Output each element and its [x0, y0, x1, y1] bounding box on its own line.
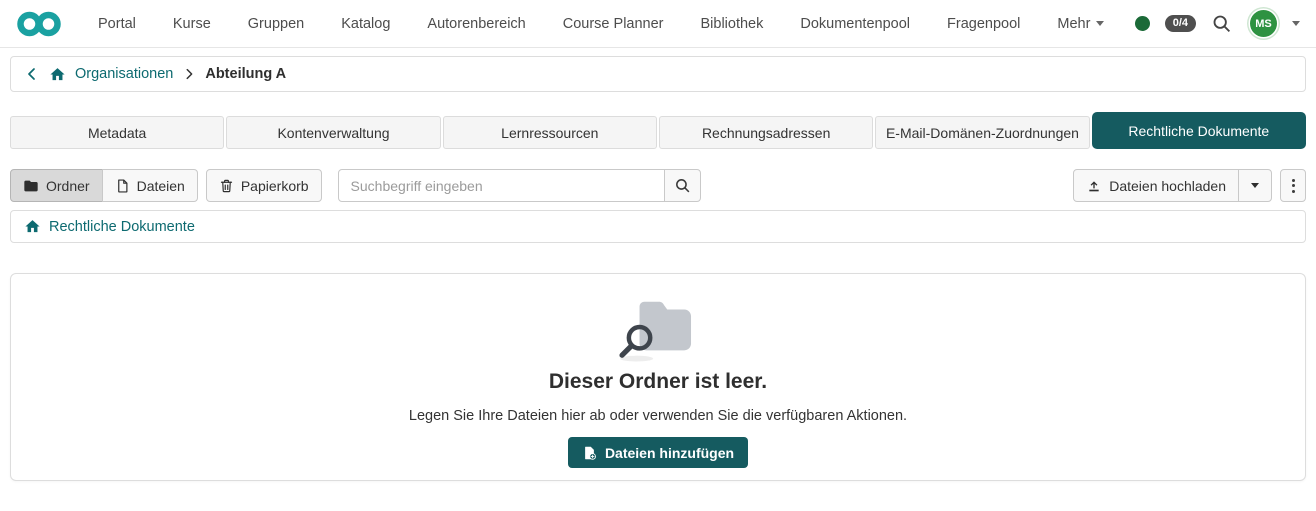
nav-item-kurse[interactable]: Kurse: [173, 16, 211, 32]
nav-item-bibliothek[interactable]: Bibliothek: [701, 16, 764, 32]
avatar[interactable]: MS: [1250, 10, 1277, 37]
tab-kontenverwaltung[interactable]: Kontenverwaltung: [226, 116, 441, 149]
trash-label: Papierkorb: [240, 177, 309, 194]
add-files-label: Dateien hinzufügen: [604, 444, 735, 461]
file-toolbar: Ordner Dateien Papierkorb Suchbegriff ei…: [10, 169, 1306, 202]
files-view-label: Dateien: [136, 177, 185, 194]
back-chevron-icon[interactable]: [24, 66, 40, 82]
empty-state-title: Dieser Ordner ist leer.: [548, 370, 768, 393]
search-group: [337, 169, 701, 202]
nav-item-fragenpool[interactable]: Fragenpool: [947, 16, 1020, 32]
trash-icon: [220, 179, 232, 192]
nav-item-autorenbereich[interactable]: Autorenbereich: [427, 16, 525, 32]
breadcrumb-current: Abteilung A: [205, 66, 287, 82]
folder-icon: [24, 180, 38, 191]
folders-view-button[interactable]: Ordner: [10, 169, 103, 202]
home-icon[interactable]: [24, 218, 41, 235]
folder-breadcrumb: Rechtliche Dokumente: [10, 210, 1306, 243]
toolbar-right-group: Dateien hochladen: [1073, 169, 1306, 202]
more-actions-button[interactable]: [1280, 169, 1306, 202]
chevron-down-icon: [1096, 21, 1105, 26]
tab-email-domaenen-zuordnungen[interactable]: E-Mail-Domänen-Zuordnungen: [875, 116, 1090, 149]
task-count-badge[interactable]: 0/4: [1164, 15, 1196, 32]
breadcrumb-link-organisationen[interactable]: Organisationen: [75, 66, 173, 82]
search-submit-button[interactable]: [663, 169, 701, 202]
status-indicator-dot: [1134, 16, 1150, 31]
infinity-logo-icon: [17, 11, 61, 36]
file-icon: [117, 178, 128, 193]
upload-files-button[interactable]: Dateien hochladen: [1073, 169, 1239, 202]
nav-item-portal[interactable]: Portal: [98, 16, 136, 32]
home-icon[interactable]: [49, 66, 66, 83]
tab-lernressourcen[interactable]: Lernressourcen: [442, 116, 657, 149]
empty-state-description: Legen Sie Ihre Dateien hier ab oder verw…: [408, 408, 908, 424]
toolbar-left-group: Ordner Dateien Papierkorb: [10, 169, 701, 202]
trash-button[interactable]: Papierkorb: [205, 169, 322, 202]
upload-files-label: Dateien hochladen: [1109, 177, 1226, 194]
app-logo[interactable]: [16, 10, 62, 38]
breadcrumb: Organisationen Abteilung A: [10, 56, 1306, 92]
user-menu-chevron-down-icon[interactable]: [1292, 21, 1300, 26]
tab-metadata[interactable]: Metadata: [10, 116, 225, 149]
upload-split-button: Dateien hochladen: [1073, 169, 1272, 202]
nav-item-katalog[interactable]: Katalog: [341, 16, 390, 32]
files-view-button[interactable]: Dateien: [101, 169, 198, 202]
empty-folder-illustration: [611, 294, 705, 362]
kebab-icon: [1291, 178, 1295, 182]
folders-view-label: Ordner: [46, 177, 90, 194]
upload-dropdown-button[interactable]: [1238, 169, 1272, 202]
nav-item-dokumentenpool[interactable]: Dokumentenpool: [800, 16, 910, 32]
view-switch-group: Ordner Dateien: [10, 169, 198, 202]
upload-icon: [1089, 180, 1099, 191]
tab-bar: Metadata Kontenverwaltung Lernressourcen…: [10, 112, 1306, 149]
folder-content-area: Dieser Ordner ist leer. Legen Sie Ihre D…: [10, 273, 1306, 481]
search-icon: [675, 179, 689, 193]
main-nav: Portal Kurse Gruppen Katalog Autorenbere…: [98, 15, 1105, 32]
tab-rechtliche-dokumente[interactable]: Rechtliche Dokumente: [1091, 112, 1306, 149]
nav-mehr-label: Mehr: [1057, 15, 1091, 32]
file-plus-icon: [585, 446, 596, 460]
folder-breadcrumb-root-link[interactable]: Rechtliche Dokumente: [49, 219, 195, 235]
nav-item-mehr[interactable]: Mehr: [1057, 15, 1105, 32]
add-files-button[interactable]: Dateien hinzufügen: [567, 437, 749, 468]
breadcrumb-separator-icon: [182, 67, 196, 81]
chevron-down-icon: [1251, 183, 1259, 188]
top-navbar: Portal Kurse Gruppen Katalog Autorenbere…: [0, 0, 1316, 48]
nav-item-course-planner[interactable]: Course Planner: [563, 16, 664, 32]
nav-item-gruppen[interactable]: Gruppen: [248, 16, 304, 32]
search-input[interactable]: [337, 169, 665, 202]
navbar-right-group: 0/4 MS: [1134, 10, 1300, 37]
tab-rechnungsadressen[interactable]: Rechnungsadressen: [658, 116, 874, 149]
search-icon[interactable]: [1211, 13, 1232, 34]
